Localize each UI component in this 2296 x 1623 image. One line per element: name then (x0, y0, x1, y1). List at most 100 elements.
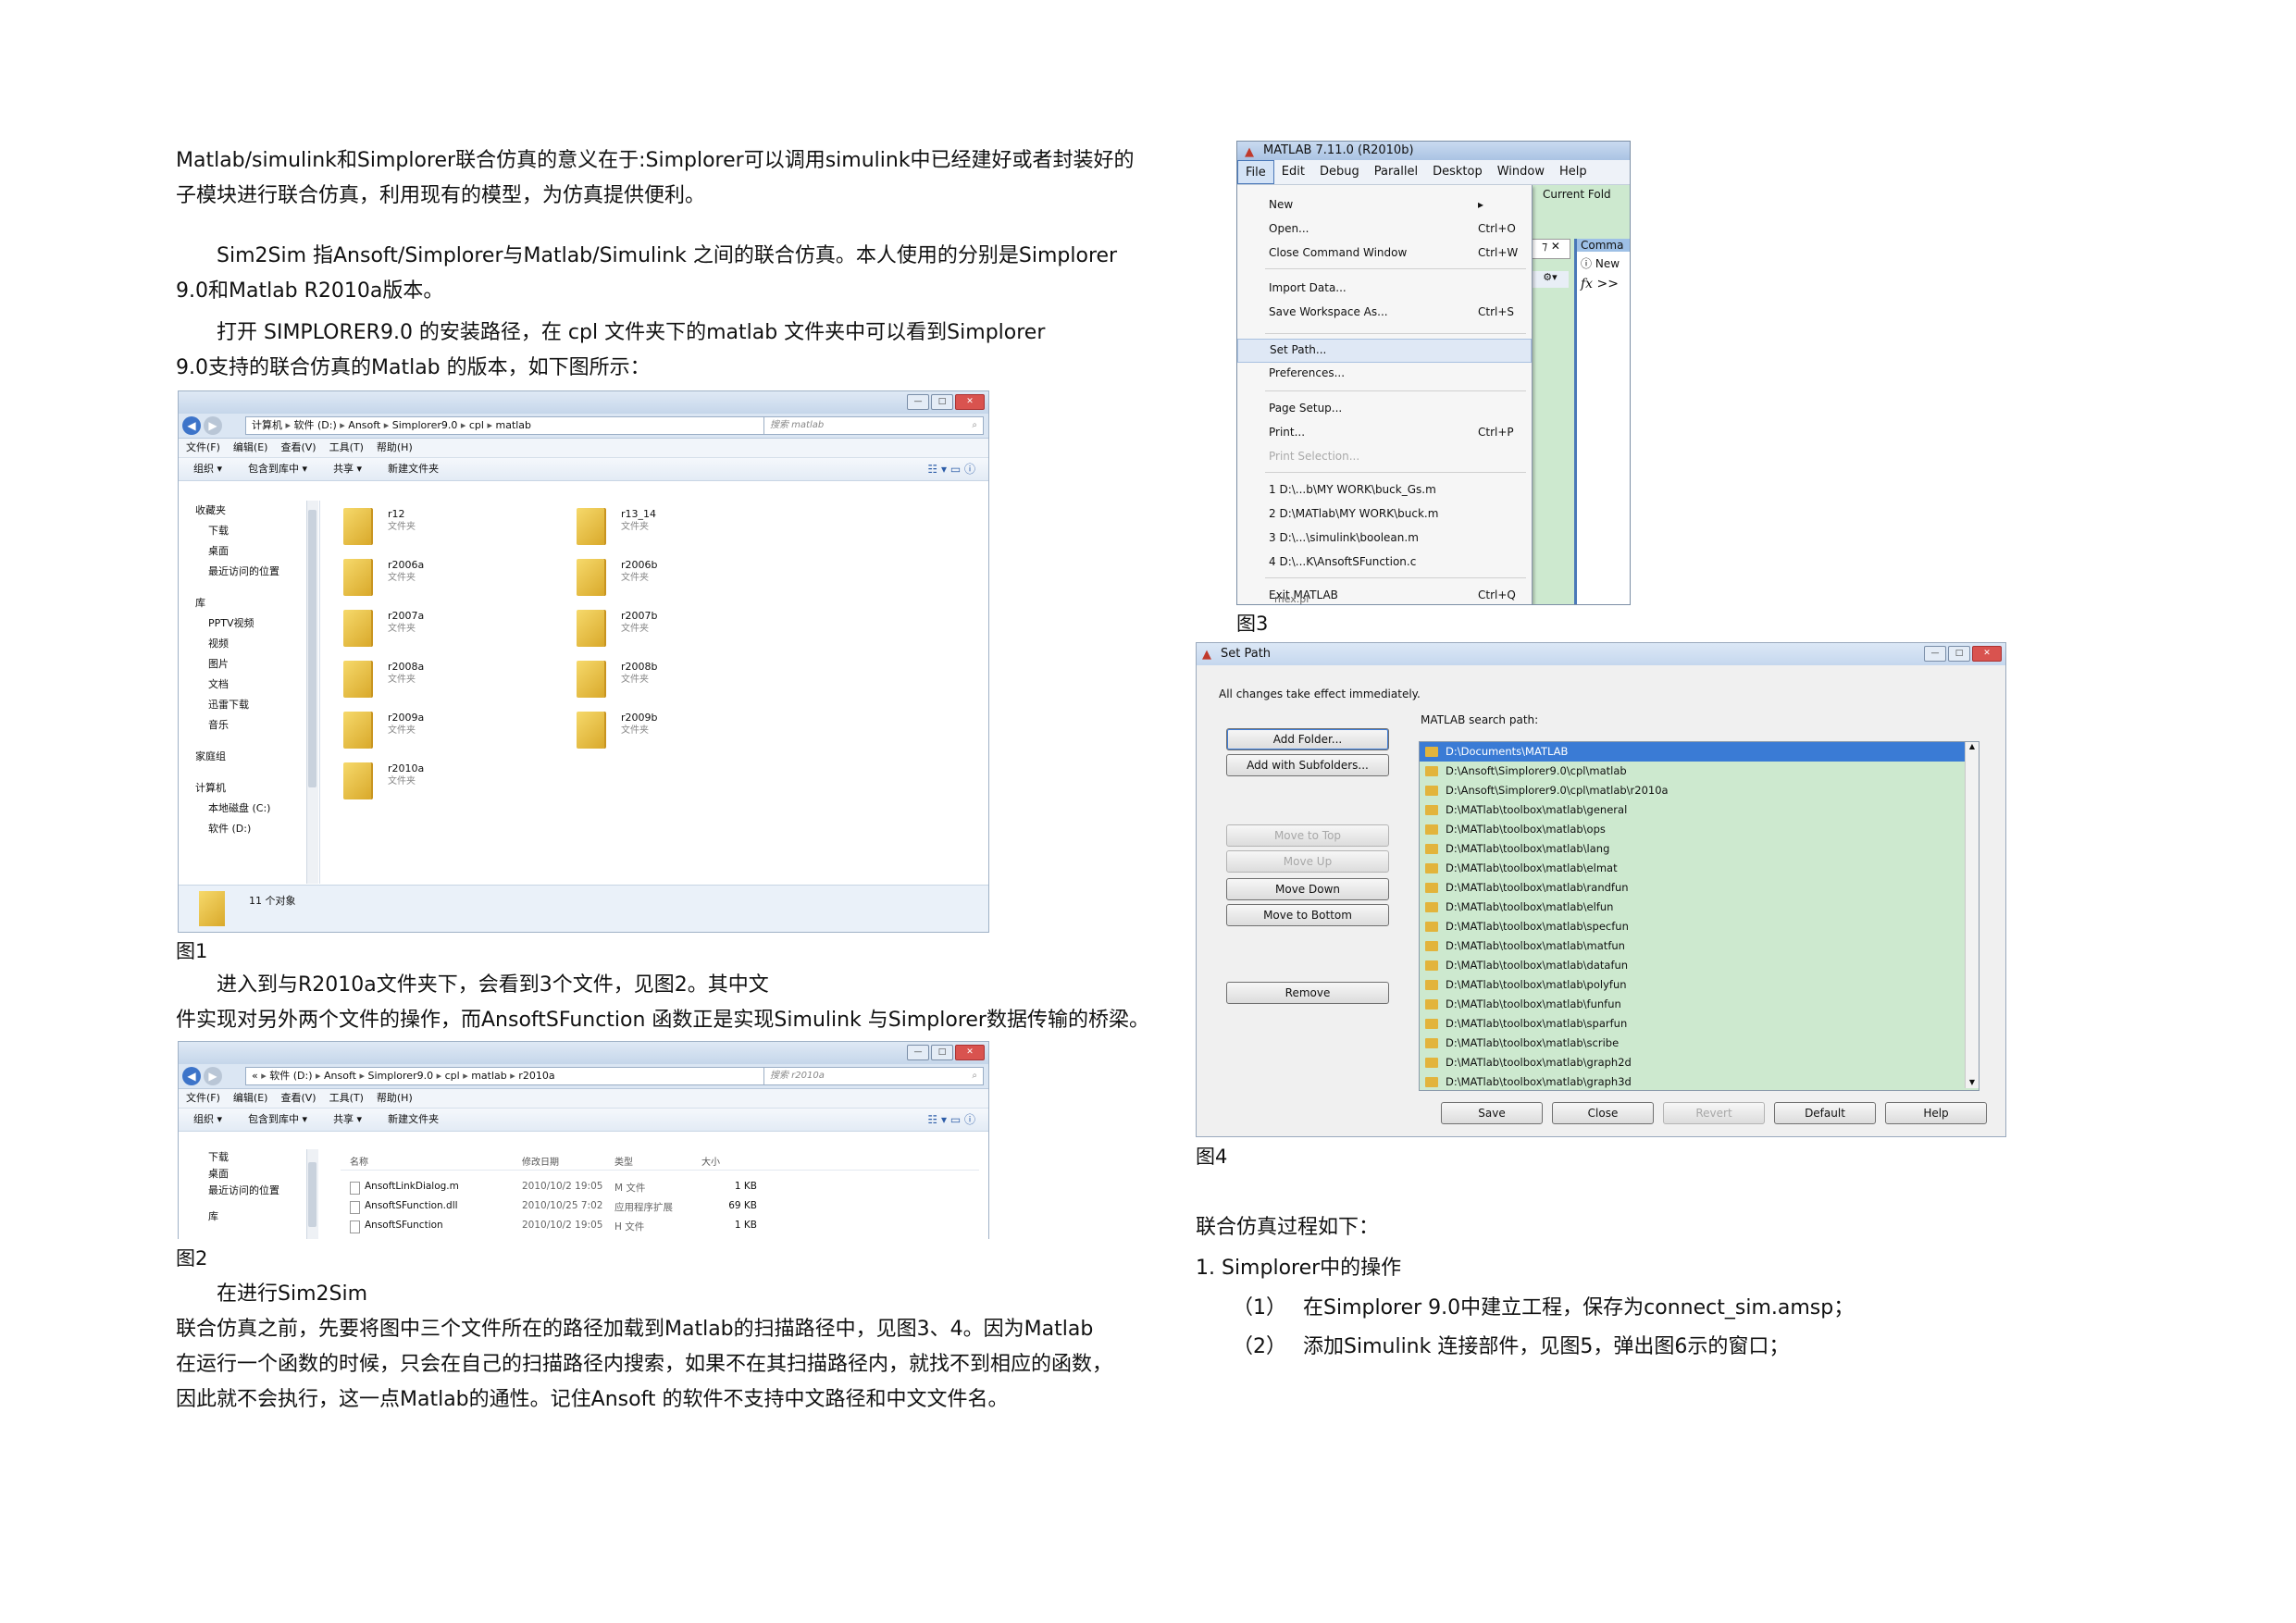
path-list-item[interactable]: D:\MATlab\toolbox\matlab\elfun (1420, 898, 1979, 917)
file-menu-item[interactable]: Save Workspace As... Ctrl+S (1237, 302, 1532, 324)
path-list-item[interactable]: D:\MATlab\toolbox\matlab\graph3d (1420, 1072, 1979, 1090)
forward-arrow-icon[interactable]: ▶ (204, 416, 222, 435)
toolbar-button[interactable]: 包含到库中 ▾ (248, 1113, 307, 1125)
file-menu-item[interactable]: Close Command Window Ctrl+W (1237, 242, 1532, 265)
table-row[interactable]: AnsoftSFunction.dll 2010/10/25 7:02 应用程序扩展… (341, 1198, 979, 1217)
folder-item[interactable]: r2008a 文件夹 (343, 661, 424, 698)
menu-item[interactable]: 工具(T) (329, 1092, 364, 1104)
folder-item[interactable]: r2006a 文件夹 (343, 559, 424, 596)
folder-item[interactable]: r2007a 文件夹 (343, 610, 424, 647)
minimize-icon[interactable]: — (1924, 646, 1946, 662)
set-path-button[interactable]: Remove (1226, 982, 1389, 1004)
file-menu-item[interactable]: Open... Ctrl+O (1237, 218, 1532, 241)
breadcrumb-separator-icon[interactable]: ▸ (380, 419, 392, 431)
menubar-item[interactable]: Window (1490, 160, 1552, 184)
address-bar[interactable]: « ▸ 软件 (D:) ▸ Ansoft ▸ Simplorer9.0 ▸ cp… (245, 1067, 817, 1085)
breadcrumb-separator-icon[interactable]: ▸ (356, 1070, 368, 1082)
address-segment[interactable]: cpl (469, 419, 484, 431)
address-segment[interactable]: 软件 (D:) (294, 419, 337, 431)
breadcrumb-separator-icon[interactable]: ▸ (337, 419, 349, 431)
menubar-item[interactable]: Parallel (1367, 160, 1425, 184)
scroll-up-icon[interactable]: ▲ (1966, 742, 1979, 750)
address-segment[interactable]: Ansoft (348, 419, 380, 431)
dialog-save-button[interactable]: Save (1441, 1102, 1543, 1124)
address-segment[interactable]: Ansoft (324, 1070, 356, 1082)
toolbar-button[interactable]: 组织 ▾ (193, 463, 222, 475)
path-list-scrollbar[interactable]: ▲ ▼ (1965, 742, 1979, 1088)
folder-item[interactable]: r2009b 文件夹 (577, 712, 658, 749)
folder-item[interactable]: r13_14 文件夹 (577, 508, 656, 545)
path-list-item[interactable]: D:\MATlab\toolbox\matlab\polyfun (1420, 975, 1979, 995)
address-segment[interactable]: r2010a (518, 1070, 554, 1082)
search-path-list[interactable]: D:\Documents\MATLAB D:\Ansoft\Simplorer9.… (1419, 741, 1980, 1091)
toolbar-button[interactable]: 共享 ▾ (333, 1113, 362, 1125)
set-path-button[interactable]: Move Down (1226, 878, 1389, 900)
back-arrow-icon[interactable]: ◀ (182, 1067, 201, 1085)
menu-item[interactable]: 编辑(E) (233, 1092, 268, 1104)
toolbar-button[interactable]: 包含到库中 ▾ (248, 463, 307, 475)
address-segment[interactable]: matlab (495, 419, 531, 431)
file-menu-item[interactable]: New ▸ (1237, 194, 1532, 217)
menu-item[interactable]: 工具(T) (329, 441, 364, 453)
close-icon[interactable]: ✕ (955, 394, 985, 410)
folder-item[interactable]: r2008b 文件夹 (577, 661, 658, 698)
toolbar-button[interactable]: 新建文件夹 (388, 1113, 439, 1125)
file-menu-item[interactable]: Page Setup... (1237, 398, 1532, 420)
menu-item[interactable]: 文件(F) (186, 1092, 220, 1104)
menubar-item[interactable]: Edit (1274, 160, 1312, 184)
folder-item[interactable]: r2010a 文件夹 (343, 762, 424, 799)
file-menu-item[interactable]: Print... Ctrl+P (1237, 422, 1532, 444)
folder-item[interactable]: r2009a 文件夹 (343, 712, 424, 749)
path-list-item[interactable]: D:\Ansoft\Simplorer9.0\cpl\matlab\r2010a (1420, 781, 1979, 800)
address-segment[interactable]: « (252, 1070, 258, 1082)
toolbar-button[interactable]: 组织 ▾ (193, 1113, 222, 1125)
file-menu-item[interactable]: Preferences... (1237, 363, 1532, 385)
breadcrumb-separator-icon[interactable]: ▸ (258, 1070, 270, 1082)
search-input[interactable]: 搜索 r2010a ⌕ (763, 1067, 984, 1085)
forward-arrow-icon[interactable]: ▶ (204, 1067, 222, 1085)
file-menu-item[interactable]: Import Data... (1237, 278, 1532, 300)
path-list-item[interactable]: D:\MATlab\toolbox\matlab\general (1420, 800, 1979, 820)
file-menu-item[interactable]: Set Path... (1237, 339, 1532, 363)
path-list-item[interactable]: D:\MATlab\toolbox\matlab\matfun (1420, 936, 1979, 956)
file-menu-item[interactable]: 1 D:\...b\MY WORK\buck_Gs.m (1237, 479, 1532, 502)
command-window-tab[interactable]: Comma (1577, 239, 1630, 252)
menubar-item[interactable]: Help (1552, 160, 1595, 184)
close-icon[interactable]: ✕ (1972, 646, 2002, 662)
menubar-item[interactable]: Debug (1312, 160, 1367, 184)
maximize-icon[interactable]: □ (1948, 646, 1970, 662)
command-window[interactable]: Comma ⓘ New fx >> (1574, 239, 1630, 604)
gear-icon[interactable]: ⚙▾ (1532, 271, 1569, 288)
menu-item[interactable]: 编辑(E) (233, 441, 268, 453)
search-input[interactable]: 搜索 matlab ⌕ (763, 416, 984, 435)
back-arrow-icon[interactable]: ◀ (182, 416, 201, 435)
dialog-default-button[interactable]: Default (1774, 1102, 1876, 1124)
column-header[interactable]: 名称 (350, 1154, 368, 1168)
menu-item[interactable]: 查看(V) (280, 1092, 316, 1104)
path-list-item[interactable]: D:\MATlab\toolbox\matlab\ops (1420, 820, 1979, 839)
column-header[interactable]: 大小 (701, 1154, 720, 1168)
path-list-item[interactable]: D:\MATlab\toolbox\matlab\randfun (1420, 878, 1979, 898)
view-options-icon[interactable]: ☷ ▾ ▭ ⓘ (927, 1109, 975, 1131)
menu-item[interactable]: 文件(F) (186, 441, 220, 453)
set-path-button[interactable]: Add Folder... (1226, 728, 1389, 750)
path-list-item[interactable]: D:\MATlab\toolbox\matlab\sparfun (1420, 1014, 1979, 1034)
maximize-icon[interactable]: □ (931, 1045, 953, 1060)
nav-scrollbar[interactable] (306, 501, 318, 884)
path-list-item[interactable]: D:\MATlab\toolbox\matlab\graph2d (1420, 1053, 1979, 1072)
breadcrumb-separator-icon[interactable]: ▸ (457, 419, 469, 431)
path-list-item[interactable]: D:\MATlab\toolbox\matlab\specfun (1420, 917, 1979, 936)
breadcrumb-separator-icon[interactable]: ▸ (282, 419, 294, 431)
file-menu-item[interactable]: Print Selection... (1237, 446, 1532, 468)
close-icon[interactable]: ⁊ ✕ (1532, 239, 1570, 259)
menu-item[interactable]: 帮助(H) (377, 441, 413, 453)
menu-item[interactable]: 查看(V) (280, 441, 316, 453)
breadcrumb-separator-icon[interactable]: ▸ (313, 1070, 325, 1082)
dialog-revert-button[interactable]: Revert (1663, 1102, 1765, 1124)
file-menu-item[interactable]: 3 D:\...\simulink\boolean.m (1237, 527, 1532, 550)
address-segment[interactable]: 软件 (D:) (269, 1070, 312, 1082)
address-segment[interactable]: Simplorer9.0 (368, 1070, 434, 1082)
set-path-button[interactable]: Move to Top (1226, 824, 1389, 847)
nav-scrollbar[interactable] (306, 1149, 318, 1239)
path-list-item[interactable]: D:\MATlab\toolbox\matlab\lang (1420, 839, 1979, 859)
